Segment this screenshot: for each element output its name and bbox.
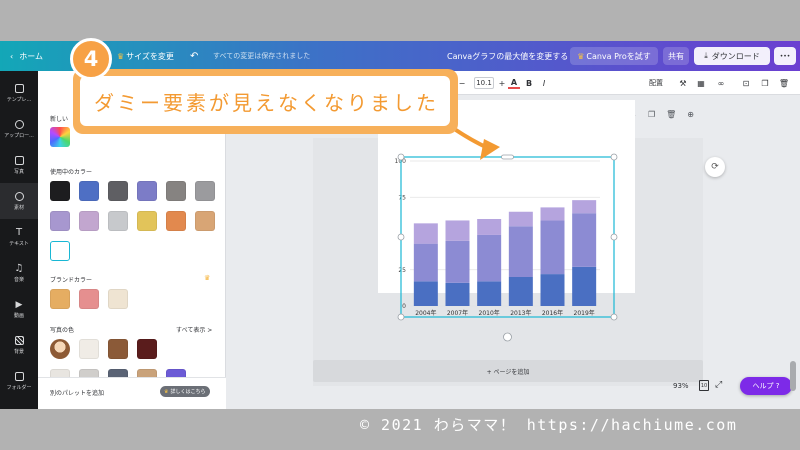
bar-segment xyxy=(540,220,565,275)
bar-segment xyxy=(508,226,533,277)
resize-handle[interactable] xyxy=(610,313,618,321)
bar-segment xyxy=(508,211,533,227)
bar-segment xyxy=(572,213,597,267)
rotate-handle[interactable] xyxy=(503,332,512,342)
resize-handle[interactable] xyxy=(501,154,514,160)
resize-handle[interactable] xyxy=(397,313,405,321)
resize-handle[interactable] xyxy=(610,153,618,161)
callout-text: ダミー要素が見えなくなりました xyxy=(80,76,450,126)
x-tick-label: 2016年 xyxy=(542,309,563,317)
copyright-credit: © 2021 わらママ！ https://hachiume.com xyxy=(360,416,738,434)
bar-segment xyxy=(445,282,470,306)
x-tick-label: 2004年 xyxy=(415,309,436,317)
bar-segment xyxy=(445,220,470,241)
x-tick-label: 2013年 xyxy=(510,309,531,317)
step-badge: 4 xyxy=(70,38,112,80)
bar-segment xyxy=(540,274,565,306)
bar-segment xyxy=(413,281,438,306)
resize-handle[interactable] xyxy=(397,233,405,241)
bar-segment xyxy=(477,281,502,306)
bar-segment xyxy=(508,277,533,306)
bar-segment xyxy=(413,243,438,282)
y-tick-label: 75 xyxy=(398,194,406,201)
y-tick-label: 0 xyxy=(402,303,406,310)
resize-handle[interactable] xyxy=(610,233,618,241)
bar-segment xyxy=(477,219,502,235)
y-tick-label: 25 xyxy=(398,267,406,274)
x-tick-label: 2010年 xyxy=(479,309,500,317)
bar-segment xyxy=(572,266,597,306)
bar-segment xyxy=(572,200,597,214)
bar-segment xyxy=(413,223,438,244)
chart-overlay: 025751002004年 2007年 2010年 2013年 2016年 2019年 xyxy=(395,122,618,342)
bar-segment xyxy=(540,207,565,221)
resize-handle[interactable] xyxy=(397,153,405,161)
bar-segment xyxy=(445,240,470,283)
x-tick-label: 2019年 xyxy=(574,309,595,317)
bar-segment xyxy=(477,234,502,282)
stacked-bar-chart[interactable]: 025751002004年 2007年 2010年 2013年 2016年 2019年 xyxy=(395,158,600,317)
x-tick-label: 2007年 xyxy=(447,309,468,317)
